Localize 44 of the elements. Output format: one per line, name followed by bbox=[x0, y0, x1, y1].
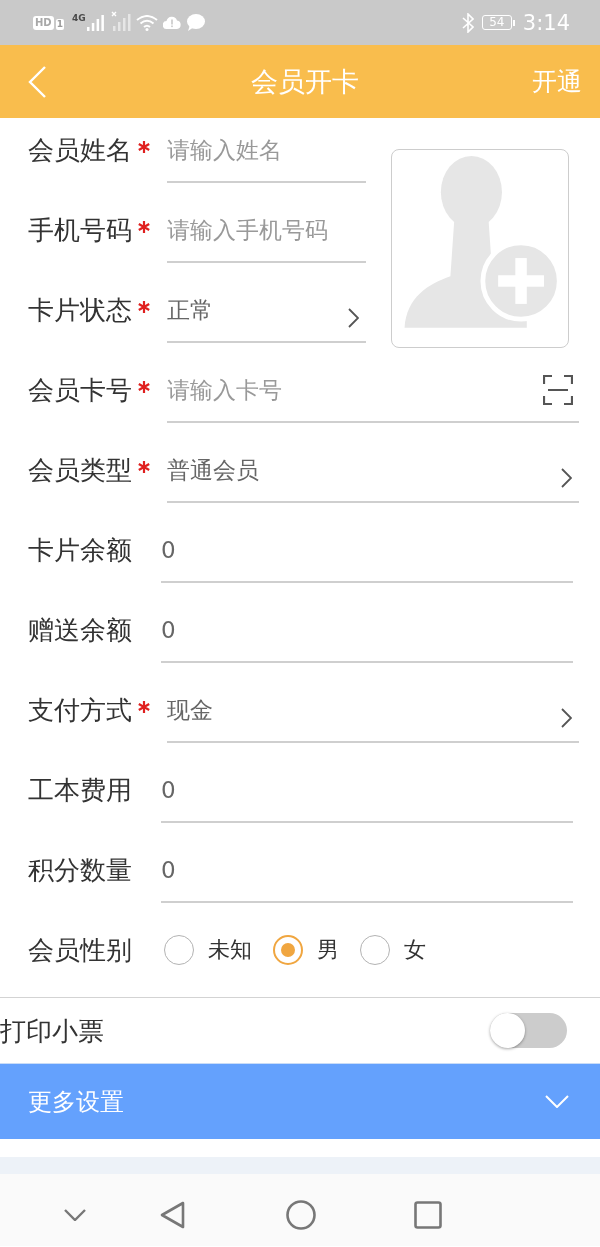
page-title: 会员开卡 bbox=[251, 64, 359, 99]
chevron-right-icon bbox=[348, 308, 359, 328]
dropdown-field[interactable]: 现金 bbox=[167, 693, 579, 743]
field-label: 支付方式 bbox=[28, 695, 132, 725]
input-field[interactable]: 0 bbox=[161, 853, 573, 903]
input-field[interactable]: 请输入卡号 bbox=[167, 373, 579, 423]
chevron-down-icon[interactable] bbox=[64, 1209, 86, 1221]
input-field[interactable]: 请输入姓名 bbox=[167, 133, 366, 183]
bluetooth-icon bbox=[461, 12, 474, 33]
chevron-right-icon bbox=[561, 468, 572, 488]
back-icon[interactable] bbox=[160, 1201, 185, 1229]
wifi-icon bbox=[135, 14, 158, 31]
field-label: 会员性别 bbox=[28, 935, 132, 965]
field-label: 积分数量 bbox=[28, 855, 132, 885]
field-label: 会员类型 bbox=[28, 455, 132, 485]
chevron-right-icon bbox=[561, 708, 572, 728]
radio-option[interactable]: 女 bbox=[360, 935, 426, 965]
signal-icon bbox=[86, 14, 104, 31]
field-label: 工本费用 bbox=[28, 775, 132, 805]
field-label: 手机号码 bbox=[28, 215, 132, 245]
field-label: 赠送余额 bbox=[28, 615, 132, 645]
sim-badge: 1 bbox=[55, 18, 64, 30]
dropdown-field[interactable]: 普通会员 bbox=[167, 453, 579, 503]
input-field[interactable]: 0 bbox=[161, 533, 573, 583]
radio-option[interactable]: 未知 bbox=[164, 935, 252, 965]
input-field[interactable]: 0 bbox=[161, 613, 573, 663]
cloud-alert-icon bbox=[162, 16, 181, 29]
network-type: 4G bbox=[71, 12, 86, 23]
input-field[interactable]: 请输入手机号码 bbox=[167, 213, 366, 263]
home-icon[interactable] bbox=[286, 1200, 316, 1230]
chat-bubble-icon bbox=[185, 14, 205, 31]
dropdown-field[interactable]: 正常 bbox=[167, 293, 366, 343]
no-signal-icon bbox=[110, 10, 131, 31]
radio-option[interactable]: 男 bbox=[273, 935, 339, 965]
input-field[interactable]: 0 bbox=[161, 773, 573, 823]
recent-apps-icon[interactable] bbox=[414, 1201, 442, 1229]
field-label: 卡片余额 bbox=[28, 535, 132, 565]
field-label: 卡片状态 bbox=[28, 295, 132, 325]
hd-badge: HD bbox=[33, 15, 54, 30]
toggle-switch[interactable] bbox=[490, 1013, 567, 1048]
scan-icon[interactable] bbox=[543, 375, 573, 405]
field-label: 会员姓名 bbox=[28, 135, 132, 165]
print-receipt-label: 打印小票 bbox=[0, 1015, 104, 1046]
field-label: 会员卡号 bbox=[28, 375, 132, 405]
